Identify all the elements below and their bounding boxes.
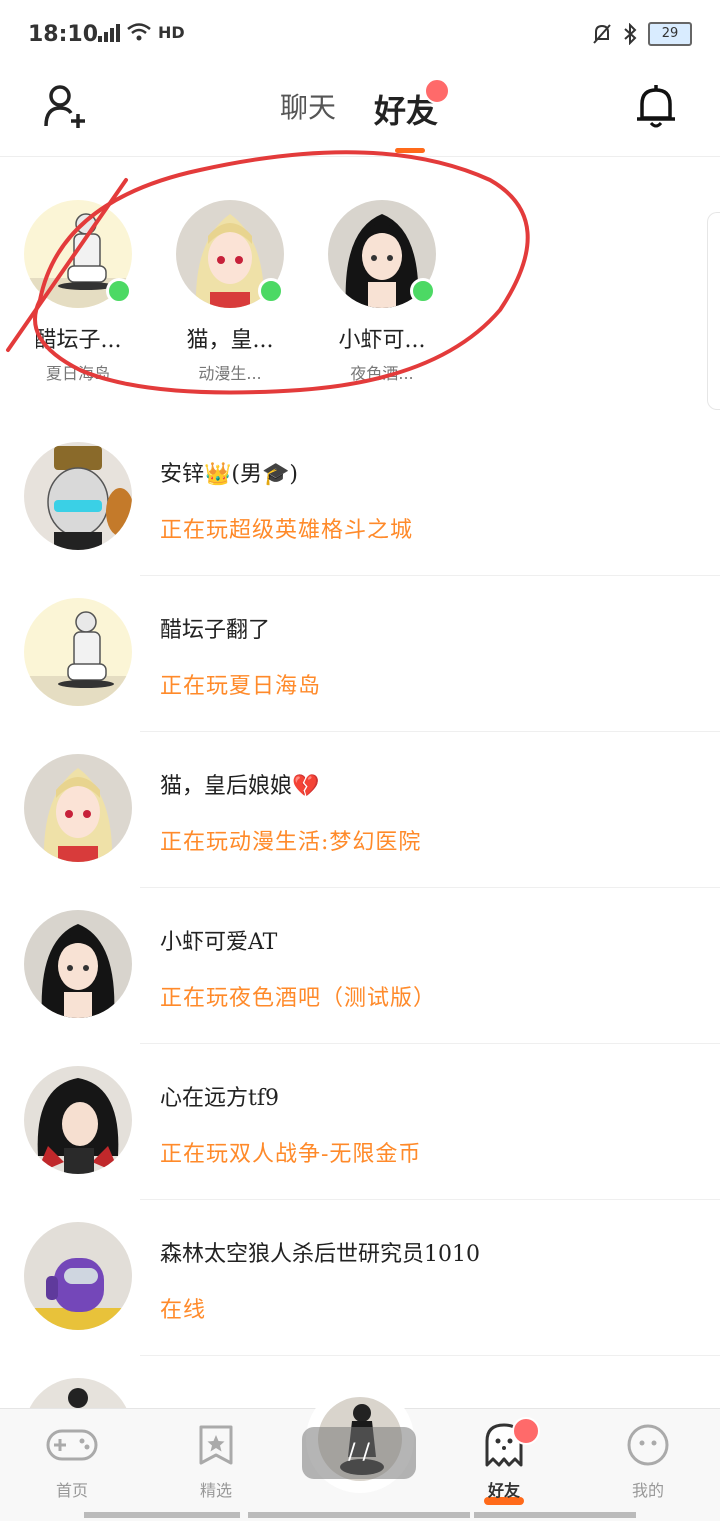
friend-name: 醋坛子翻了: [160, 618, 271, 643]
friend-name: 森林太空狼人杀后世研究员1010: [160, 1242, 480, 1267]
friend-row[interactable]: 猫，皇后娘娘💔 正在玩动漫生活:梦幻医院: [0, 732, 720, 888]
friend-name: 猫，皇后娘娘💔: [160, 774, 320, 799]
online-friend-name: 小虾可...: [338, 328, 426, 353]
mute-icon: [593, 24, 611, 44]
online-indicator: [258, 278, 284, 304]
avatar: [24, 1066, 132, 1174]
friend-status: 正在玩双人战争-无限金币: [160, 1142, 422, 1167]
add-friend-icon[interactable]: [42, 82, 88, 130]
avatar-figure: [24, 1258, 132, 1330]
avatar: [24, 910, 132, 1018]
notification-dot: [512, 1417, 540, 1445]
status-time: 18:10: [28, 22, 99, 47]
nav-profile[interactable]: 我的: [598, 1423, 698, 1501]
avatar-figure: [43, 768, 113, 862]
online-indicator: [410, 278, 436, 304]
online-friend-name: 醋坛子...: [34, 328, 122, 353]
friend-list: 安锌👑(男🎓) 正在玩超级英雄格斗之城 醋坛子翻了 正在玩夏日海岛 猫，皇后娘娘…: [0, 420, 720, 1512]
nav-label: 精选: [199, 1481, 232, 1500]
online-indicator: [106, 278, 132, 304]
nav-featured[interactable]: 精选: [166, 1423, 266, 1501]
status-icons-right: 29: [592, 22, 692, 46]
nav-label: 好友: [487, 1481, 520, 1500]
bottom-nav: 首页 精选 / / 好友 我的: [0, 1385, 720, 1521]
notification-dot: [424, 78, 451, 104]
strip-edge-handle: [707, 212, 720, 410]
status-bar: 18:10 HD 29: [0, 0, 720, 72]
tab-bar: 聊天 好友: [280, 78, 451, 132]
center-overlay-label: / /: [302, 1427, 416, 1479]
online-friend-game: 动漫生...: [198, 364, 262, 383]
gamepad-icon: [46, 1429, 98, 1461]
bell-icon[interactable]: [634, 84, 678, 130]
friend-name: 心在远方tf9: [160, 1086, 279, 1111]
tab-friends[interactable]: 好友: [374, 78, 451, 132]
friend-status: 正在玩夜色酒吧（测试版）: [160, 986, 437, 1011]
active-tab-indicator: [395, 148, 425, 153]
friend-row[interactable]: 小虾可爱AT 正在玩夜色酒吧（测试版）: [0, 888, 720, 1044]
tab-chat[interactable]: 聊天: [280, 86, 336, 132]
face-icon: [627, 1424, 669, 1466]
online-friend-name: 猫，皇...: [186, 328, 274, 353]
avatar-figure: [24, 611, 132, 706]
friend-status: 正在玩夏日海岛: [160, 674, 322, 699]
online-friends-strip: 醋坛子... 夏日海岛 猫，皇... 动漫生... 小虾可... 夜色酒...: [0, 190, 720, 410]
avatar-figure: [36, 1078, 120, 1174]
status-icons-left: HD: [98, 22, 185, 42]
online-friend-game: 夜色酒...: [350, 364, 414, 383]
avatar: [24, 754, 132, 862]
friend-row[interactable]: 心在远方tf9 正在玩双人战争-无限金币: [0, 1044, 720, 1200]
friend-status: 在线: [160, 1298, 207, 1323]
home-indicator: [248, 1512, 470, 1518]
home-indicator: [84, 1512, 240, 1518]
nav-label: 首页: [55, 1481, 88, 1500]
avatar: [24, 1222, 132, 1330]
star-bookmark-icon: [199, 1425, 233, 1465]
avatar: [24, 598, 132, 706]
friend-row[interactable]: 森林太空狼人杀后世研究员1010 在线: [0, 1200, 720, 1356]
hd-indicator: HD: [158, 22, 185, 42]
nav-label: 我的: [631, 1481, 664, 1500]
friend-status: 正在玩超级英雄格斗之城: [160, 518, 414, 543]
friend-name: 安锌👑(男🎓): [160, 462, 298, 487]
avatar: [24, 442, 132, 550]
friend-status: 正在玩动漫生活:梦幻医院: [160, 830, 422, 855]
online-friend-card[interactable]: 小虾可... 夜色酒...: [312, 200, 452, 384]
wifi-icon: [127, 23, 151, 41]
battery-icon: 29: [648, 22, 692, 46]
nav-friends[interactable]: 好友: [454, 1417, 554, 1505]
online-friend-game: 夏日海岛: [45, 364, 110, 383]
friend-row[interactable]: 安锌👑(男🎓) 正在玩超级英雄格斗之城: [0, 420, 720, 576]
bluetooth-icon: [624, 23, 637, 45]
online-friend-card[interactable]: 醋坛子... 夏日海岛: [8, 200, 148, 384]
nav-home[interactable]: 首页: [22, 1423, 122, 1501]
friend-row[interactable]: 醋坛子翻了 正在玩夏日海岛: [0, 576, 720, 732]
header: 聊天 好友: [0, 72, 720, 157]
friend-name: 小虾可爱AT: [160, 930, 278, 955]
avatar-figure: [41, 924, 115, 1018]
online-friend-card[interactable]: 猫，皇... 动漫生...: [160, 200, 300, 384]
home-indicator: [474, 1512, 636, 1518]
signal-icon: [98, 22, 120, 42]
avatar-figure: [47, 446, 132, 550]
